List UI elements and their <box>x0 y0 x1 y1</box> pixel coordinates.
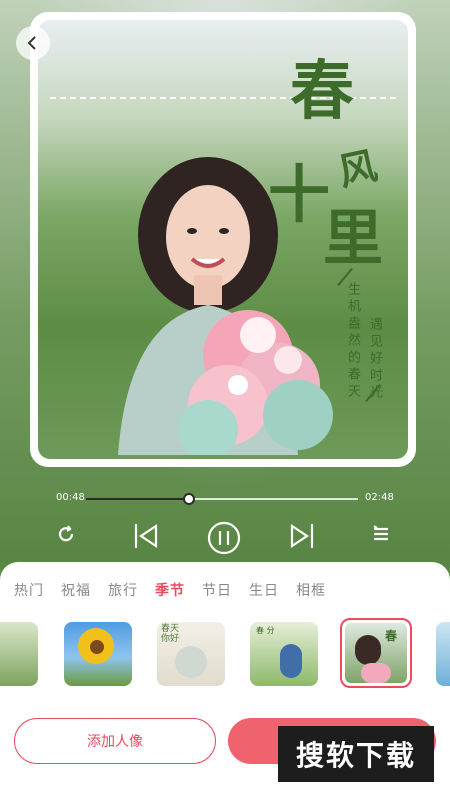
pause-icon <box>207 521 241 555</box>
tab-blessing[interactable]: 祝福 <box>61 580 91 600</box>
back-button[interactable] <box>16 26 50 60</box>
thumbnail-title: 春 分 <box>256 626 275 635</box>
template-thumbnail[interactable]: 春天 你好 <box>157 622 225 686</box>
repeat-button[interactable] <box>52 520 80 548</box>
template-carousel: 春天 你好 春 分 春 <box>0 618 450 692</box>
poster-subtitle-1: 生机盎然的春天 <box>345 282 360 401</box>
template-thumbnail[interactable]: 春 分 <box>250 622 318 686</box>
total-time: 02:48 <box>365 492 394 503</box>
category-tabs: 热门 祝福 旅行 季节 节日 生日 相框 <box>14 580 343 600</box>
previous-button[interactable] <box>130 520 162 552</box>
next-button[interactable] <box>286 520 318 552</box>
playlist-button[interactable] <box>368 520 394 546</box>
progress-track[interactable] <box>86 493 358 505</box>
tab-frame[interactable]: 相框 <box>296 580 326 600</box>
skip-previous-icon <box>134 523 158 549</box>
template-thumbnail[interactable] <box>0 622 38 686</box>
poster-image: 春 十 风 里 生机盎然的春天 遇见好时光 <box>38 20 408 459</box>
template-thumbnail[interactable] <box>64 622 132 686</box>
poster-title-char-2: 十 <box>268 158 331 231</box>
add-portrait-button[interactable]: 添加人像 <box>14 718 216 764</box>
tab-season[interactable]: 季节 <box>155 580 185 600</box>
poster-title-char-1: 春 <box>290 54 354 129</box>
template-thumbnail-selected[interactable]: 春 <box>340 618 412 688</box>
poster-preview-card: 春 十 风 里 生机盎然的春天 遇见好时光 <box>30 12 416 467</box>
template-thumbnail[interactable] <box>436 622 450 686</box>
thumbnail-title: 春天 你好 <box>161 624 180 644</box>
pause-button[interactable] <box>206 520 242 556</box>
tab-hot[interactable]: 热门 <box>14 580 44 600</box>
poster-subtitle-2: 遇见好时光 <box>367 317 382 402</box>
playlist-icon <box>373 525 388 541</box>
chevron-left-icon <box>27 36 36 50</box>
tab-birthday[interactable]: 生日 <box>249 580 279 600</box>
tab-travel[interactable]: 旅行 <box>108 580 138 600</box>
current-time: 00:48 <box>56 492 85 503</box>
poster-title-char-4: 里 <box>323 204 383 274</box>
progress-fill <box>86 498 190 500</box>
thumbnail-title: 春 <box>385 629 398 643</box>
watermark-overlay: 搜软下载 <box>278 726 434 782</box>
repeat-icon <box>58 525 74 542</box>
tab-festival[interactable]: 节日 <box>202 580 232 600</box>
skip-next-icon <box>290 523 314 549</box>
